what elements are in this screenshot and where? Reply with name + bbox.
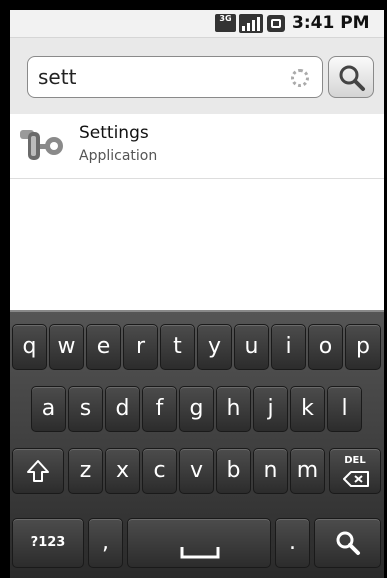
phone-frame: 3G 3:41 PM sett Settings Application q w… — [0, 0, 387, 578]
key-t[interactable]: t — [160, 324, 195, 370]
key-h[interactable]: h — [216, 386, 251, 432]
shift-icon — [27, 460, 49, 482]
key-b[interactable]: b — [216, 448, 251, 494]
key-n[interactable]: n — [253, 448, 288, 494]
key-r[interactable]: r — [123, 324, 158, 370]
network-label: 3G — [219, 14, 232, 23]
key-g[interactable]: g — [179, 386, 214, 432]
key-f[interactable]: f — [142, 386, 177, 432]
key-p[interactable]: p — [345, 324, 381, 370]
key-x[interactable]: x — [105, 448, 140, 494]
key-u[interactable]: u — [234, 324, 269, 370]
symbols-key[interactable]: ?123 — [12, 518, 84, 568]
delete-label: DEL — [344, 455, 366, 466]
key-c[interactable]: c — [142, 448, 177, 494]
search-input[interactable] — [27, 56, 323, 98]
search-bar — [10, 38, 384, 114]
key-a[interactable]: a — [31, 386, 66, 432]
search-result-item[interactable]: Settings Application — [10, 114, 384, 179]
soft-keyboard: q w e r t y u i o p a s d f g h j k l z … — [10, 310, 384, 578]
key-s[interactable]: s — [68, 386, 103, 432]
key-z[interactable]: z — [68, 448, 103, 494]
key-i[interactable]: i — [271, 324, 306, 370]
key-e[interactable]: e — [86, 324, 121, 370]
screen: 3G 3:41 PM sett Settings Application q w… — [10, 10, 384, 578]
space-bar-icon — [180, 547, 220, 559]
status-bar: 3G 3:41 PM — [10, 10, 384, 38]
search-icon — [336, 531, 360, 555]
backspace-icon — [343, 471, 369, 487]
key-l[interactable]: l — [327, 386, 362, 432]
search-key[interactable] — [314, 518, 381, 568]
delete-key[interactable]: DEL — [329, 448, 381, 494]
key-q[interactable]: q — [12, 324, 47, 370]
key-k[interactable]: k — [290, 386, 325, 432]
magnifier-icon — [339, 65, 365, 91]
search-button[interactable] — [328, 56, 374, 98]
key-v[interactable]: v — [179, 448, 214, 494]
battery-icon — [267, 15, 285, 32]
period-key[interactable]: . — [275, 518, 310, 568]
comma-key[interactable]: , — [88, 518, 123, 568]
network-3g-icon: 3G — [215, 14, 236, 32]
status-time: 3:41 PM — [292, 13, 370, 33]
key-y[interactable]: y — [197, 324, 232, 370]
result-subtitle: Application — [79, 148, 158, 164]
key-w[interactable]: w — [49, 324, 84, 370]
space-key[interactable] — [127, 518, 271, 568]
key-m[interactable]: m — [290, 448, 325, 494]
signal-strength-icon — [239, 14, 263, 33]
shift-key[interactable] — [12, 448, 64, 494]
result-title: Settings — [79, 123, 149, 143]
key-d[interactable]: d — [105, 386, 140, 432]
key-o[interactable]: o — [308, 324, 343, 370]
key-j[interactable]: j — [253, 386, 288, 432]
settings-wrench-icon — [20, 130, 63, 160]
loading-spinner-icon — [291, 69, 309, 87]
